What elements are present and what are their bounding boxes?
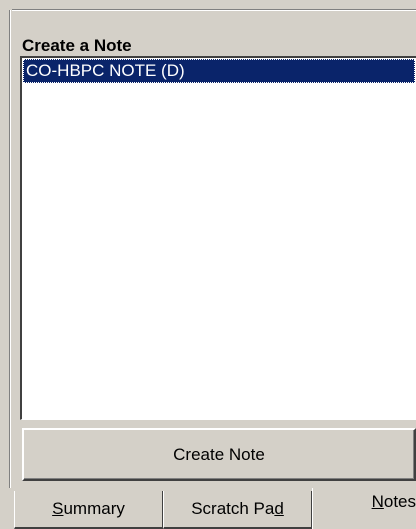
tab-label-pre: Scratch Pa (191, 499, 275, 518)
tab-summary[interactable]: Summary (14, 491, 164, 529)
tab-strip: Summary Scratch Pad Notes (0, 488, 416, 529)
edge-highlight-line (10, 10, 11, 488)
tab-accelerator: d (274, 499, 284, 518)
panel-top-edge (0, 0, 416, 12)
tab-accelerator: S (52, 499, 64, 518)
list-item[interactable]: CO-HBPC NOTE (D) (23, 59, 415, 83)
tab-label-post: ummary (63, 499, 125, 518)
panel-left-edge (0, 0, 12, 490)
note-title-listbox[interactable]: CO-HBPC NOTE (D) (20, 56, 416, 420)
edge-highlight-line (0, 10, 416, 11)
create-note-header: Create a Note (22, 36, 132, 55)
tab-accelerator: N (371, 492, 384, 511)
tab-scratch-pad[interactable]: Scratch Pad (163, 491, 313, 529)
create-note-button[interactable]: Create Note (22, 428, 416, 481)
tab-label-post: otes (383, 492, 416, 511)
tab-notes[interactable]: Notes (312, 488, 416, 529)
